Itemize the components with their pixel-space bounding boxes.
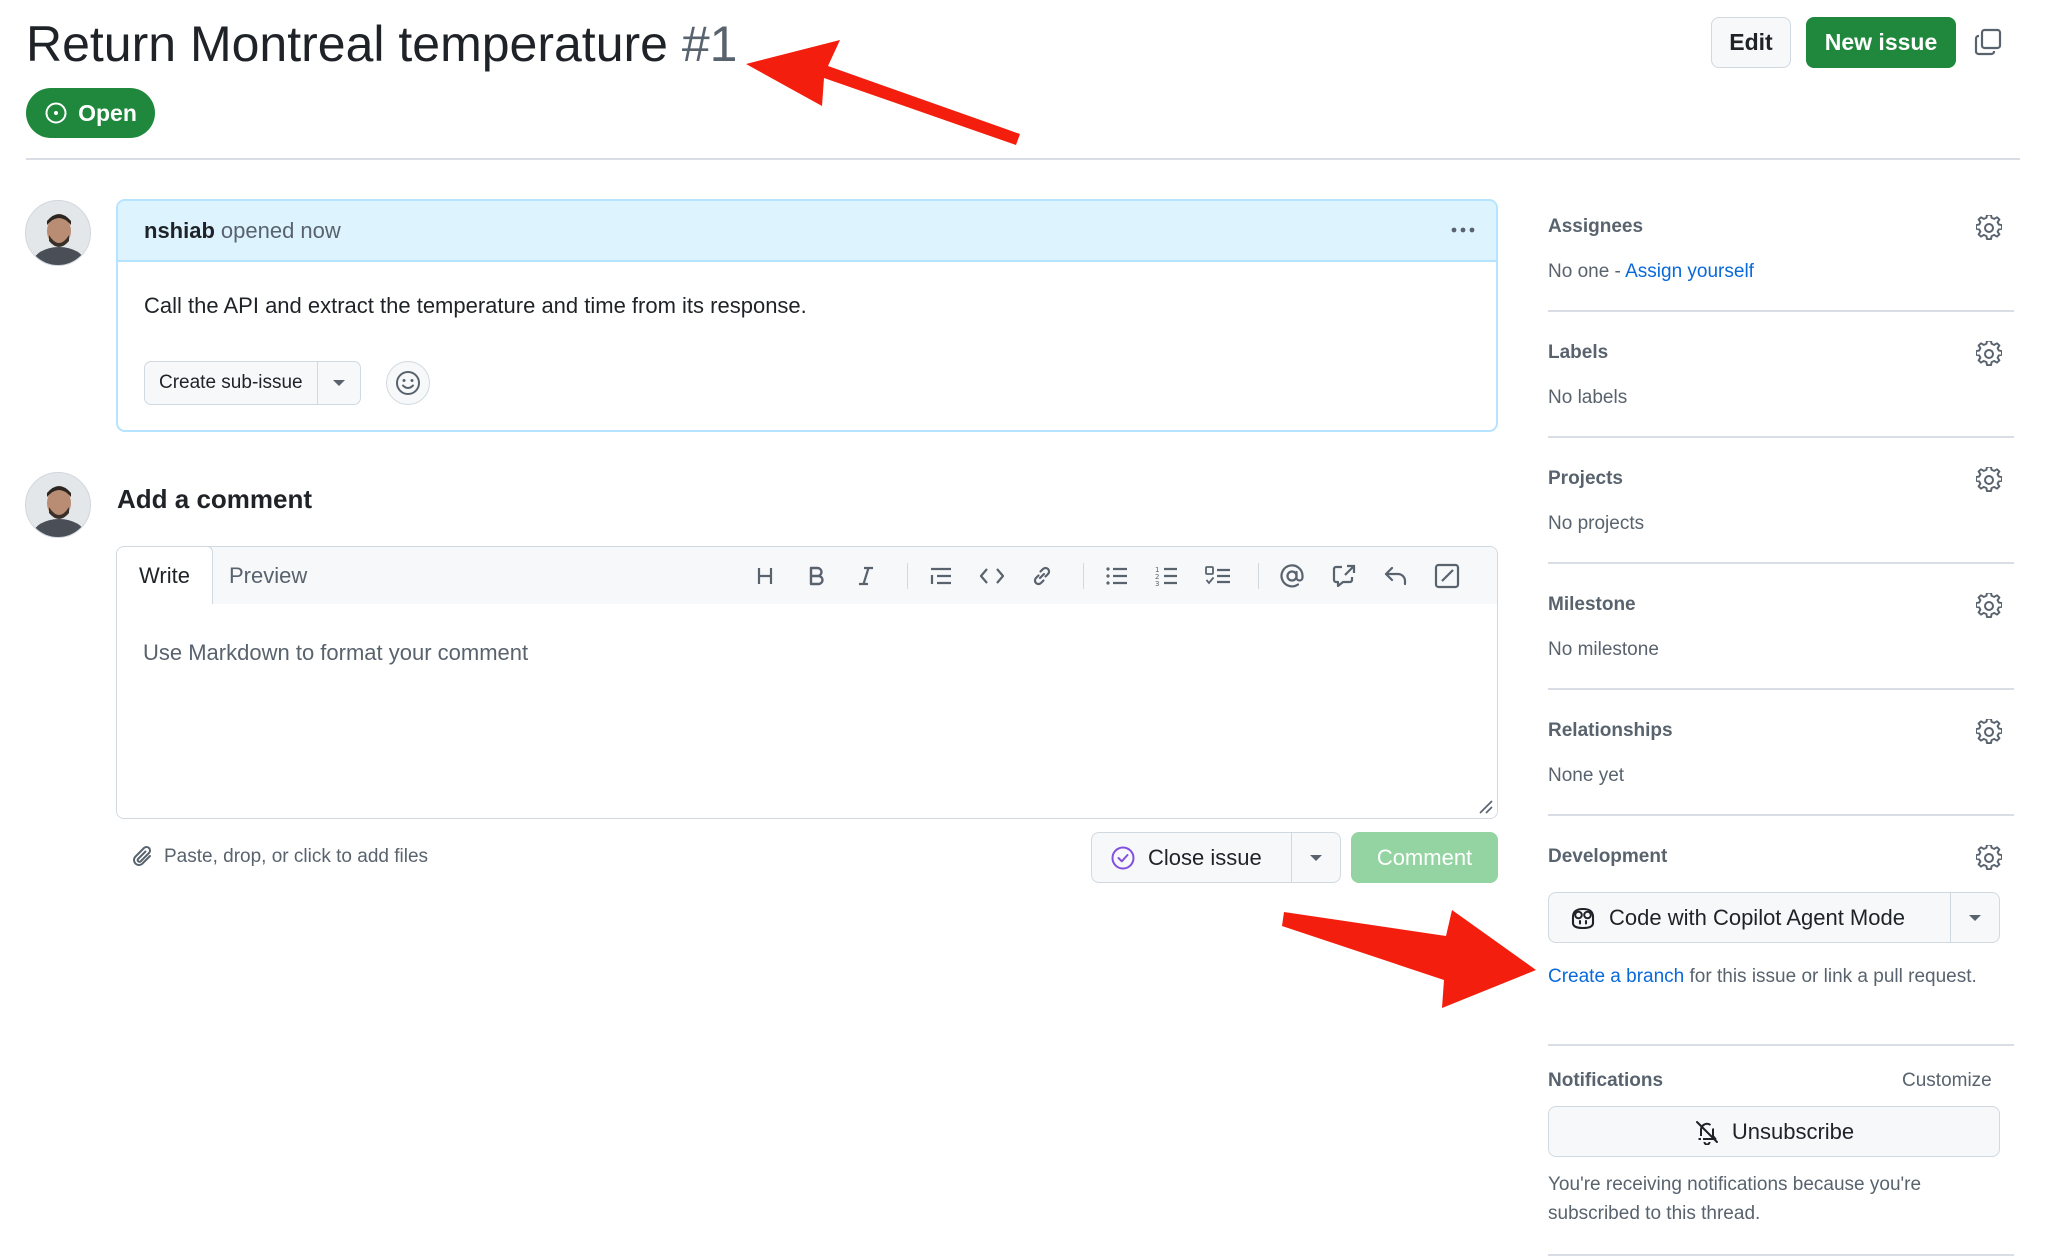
reply-icon[interactable] xyxy=(1382,562,1410,590)
create-branch-link[interactable]: Create a branch xyxy=(1548,966,1684,987)
annotation-arrow xyxy=(746,40,1020,145)
tab-write[interactable]: Write xyxy=(117,547,213,604)
projects-heading: Projects xyxy=(1548,468,1623,489)
edit-button[interactable]: Edit xyxy=(1711,17,1791,68)
milestone-heading: Milestone xyxy=(1548,594,1636,615)
assignees-none: No one - xyxy=(1548,261,1626,282)
sidebar-divider xyxy=(1548,688,2014,690)
ordered-list-icon[interactable]: 123 xyxy=(1153,562,1181,590)
smiley-icon xyxy=(395,370,421,396)
issue-body-text: Call the API and extract the temperature… xyxy=(144,293,807,318)
copilot-agent-main[interactable]: Code with Copilot Agent Mode xyxy=(1549,893,1951,942)
unordered-list-icon[interactable] xyxy=(1103,562,1131,590)
gear-icon[interactable] xyxy=(1976,215,2002,241)
avatar[interactable] xyxy=(25,472,91,538)
tab-preview[interactable]: Preview xyxy=(229,547,307,604)
gear-icon[interactable] xyxy=(1976,845,2002,871)
comment-editor: Write Preview 123 Use Markdown to format… xyxy=(116,546,1498,819)
issue-number: #1 xyxy=(681,16,738,72)
create-subissue-button: Create sub-issue xyxy=(144,361,361,405)
toolbar-divider xyxy=(1258,563,1259,589)
comment-textarea[interactable]: Use Markdown to format your comment xyxy=(117,604,1497,818)
unsubscribe-label: Unsubscribe xyxy=(1731,1118,1855,1144)
fullscreen-icon[interactable] xyxy=(1433,562,1461,590)
issue-body-header: nshiab opened now xyxy=(118,201,1496,262)
close-issue-button: Close issue xyxy=(1091,832,1341,883)
assignees-value: No one - Assign yourself xyxy=(1548,261,1754,283)
sidebar-divider xyxy=(1548,562,2014,564)
avatar[interactable] xyxy=(25,200,91,266)
quote-icon[interactable] xyxy=(927,562,955,590)
gear-icon[interactable] xyxy=(1976,341,2002,367)
bell-slash-icon xyxy=(1694,1119,1720,1145)
assignees-heading: Assignees xyxy=(1548,216,1644,237)
development-heading: Development xyxy=(1548,846,1668,867)
chevron-down-icon[interactable] xyxy=(1951,893,1999,942)
assign-yourself-link[interactable]: Assign yourself xyxy=(1625,261,1754,282)
create-branch-text: Create a branch for this issue or link a… xyxy=(1548,962,1988,992)
issue-body-card: nshiab opened now Call the API and extra… xyxy=(116,199,1498,432)
annotation-arrow xyxy=(1282,910,1536,1008)
copy-icon[interactable] xyxy=(1974,28,2002,56)
paperclip-icon xyxy=(132,845,154,869)
link-icon[interactable] xyxy=(1028,562,1056,590)
gear-icon[interactable] xyxy=(1976,467,2002,493)
editor-tabs: Write Preview 123 xyxy=(117,547,1497,605)
sidebar-divider xyxy=(1548,310,2014,312)
sidebar-divider xyxy=(1548,1044,2014,1046)
sidebar-divider xyxy=(1548,814,2014,816)
issue-title: Return Montreal temperature #1 xyxy=(26,12,738,76)
copilot-agent-button: Code with Copilot Agent Mode xyxy=(1548,892,2000,943)
labels-value: No labels xyxy=(1548,387,1628,408)
chevron-down-icon[interactable] xyxy=(318,362,360,404)
cross-reference-icon[interactable] xyxy=(1330,562,1358,590)
sidebar-divider xyxy=(1548,436,2014,438)
mention-icon[interactable] xyxy=(1278,562,1306,590)
add-reaction-button[interactable] xyxy=(386,361,430,405)
comment-button[interactable]: Comment xyxy=(1351,832,1498,883)
kebab-menu-icon[interactable] xyxy=(1448,215,1478,245)
svg-text:3: 3 xyxy=(1155,580,1159,587)
task-list-icon[interactable] xyxy=(1204,562,1232,590)
close-issue-main[interactable]: Close issue xyxy=(1092,833,1292,882)
copilot-agent-label: Code with Copilot Agent Mode xyxy=(1609,904,1905,930)
toolbar-divider xyxy=(907,563,908,589)
milestone-value: No milestone xyxy=(1548,639,1659,660)
relationships-heading: Relationships xyxy=(1548,720,1673,741)
issue-title-text: Return Montreal temperature xyxy=(26,16,668,72)
toolbar-divider xyxy=(1083,563,1084,589)
notifications-info: You're receiving notifications because y… xyxy=(1548,1174,1922,1224)
add-comment-heading: Add a comment xyxy=(117,484,313,514)
chevron-down-icon[interactable] xyxy=(1292,833,1340,882)
issue-closed-icon xyxy=(1110,845,1136,871)
projects-value: No projects xyxy=(1548,513,1645,534)
opened-time: opened now xyxy=(220,217,341,243)
unsubscribe-button[interactable]: Unsubscribe xyxy=(1548,1106,2000,1157)
new-issue-button[interactable]: New issue xyxy=(1806,17,1956,68)
relationships-value: None yet xyxy=(1548,765,1625,786)
attach-files-text: Paste, drop, or click to add files xyxy=(164,846,429,867)
notifications-heading: Notifications xyxy=(1548,1070,1664,1091)
author-name[interactable]: nshiab xyxy=(144,218,215,244)
close-issue-label: Close issue xyxy=(1148,844,1262,870)
labels-heading: Labels xyxy=(1548,342,1609,363)
italic-icon[interactable] xyxy=(852,562,880,590)
create-subissue-label[interactable]: Create sub-issue xyxy=(145,362,318,404)
comment-placeholder: Use Markdown to format your comment xyxy=(143,640,529,665)
bold-icon[interactable] xyxy=(802,562,830,590)
gear-icon[interactable] xyxy=(1976,593,2002,619)
resize-handle-icon[interactable] xyxy=(1477,798,1493,814)
copilot-icon xyxy=(1569,905,1597,931)
heading-icon[interactable] xyxy=(751,562,779,590)
issue-opened-icon xyxy=(44,101,68,125)
state-badge: Open xyxy=(26,88,155,138)
code-icon[interactable] xyxy=(978,562,1006,590)
gear-icon[interactable] xyxy=(1976,719,2002,745)
customize-link[interactable]: Customize xyxy=(1902,1070,1992,1092)
attach-files[interactable]: Paste, drop, or click to add files xyxy=(132,845,428,869)
create-branch-rest: for this issue or link a pull request. xyxy=(1684,966,1977,987)
state-label: Open xyxy=(78,99,137,126)
header-divider xyxy=(26,158,2020,160)
